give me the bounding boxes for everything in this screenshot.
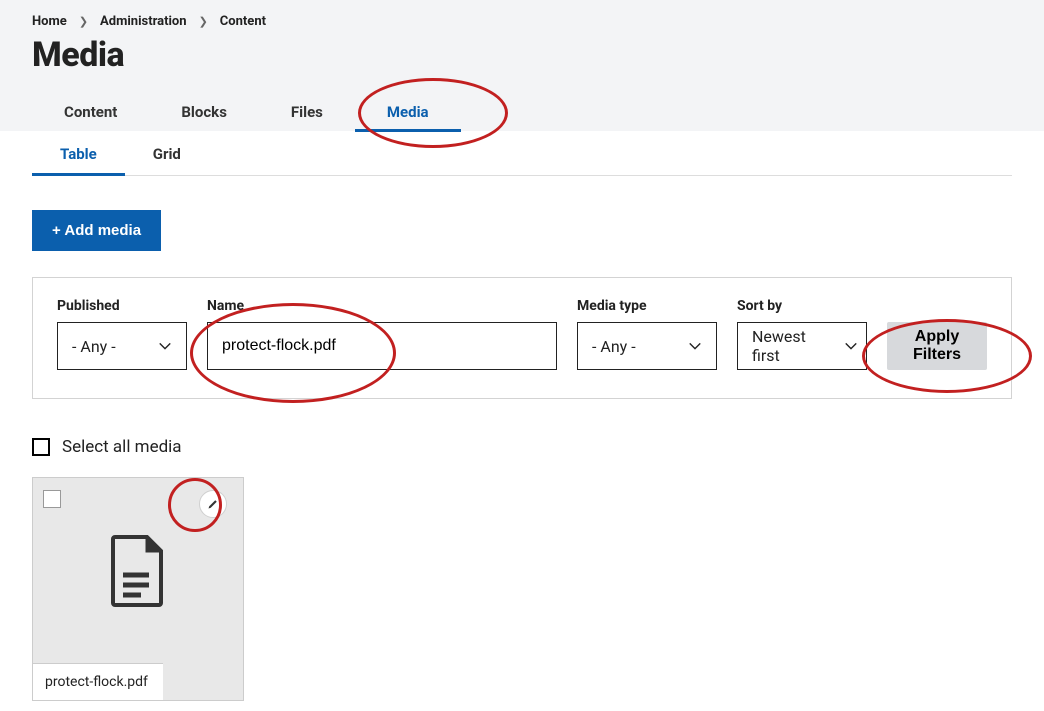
published-select[interactable]: - Any - [57, 322, 187, 370]
chevron-down-icon [158, 339, 172, 353]
tab-media[interactable]: Media [355, 93, 461, 131]
breadcrumb-item-administration[interactable]: Administration [100, 14, 187, 29]
tab-blocks[interactable]: Blocks [149, 93, 259, 131]
select-all-checkbox[interactable] [32, 438, 50, 456]
filter-form: Published - Any - Name Media type - Any … [32, 277, 1012, 399]
media-select-checkbox[interactable] [43, 490, 61, 508]
name-input-wrap [207, 322, 557, 370]
add-media-button[interactable]: + Add media [32, 210, 161, 251]
edit-media-button[interactable] [199, 490, 227, 518]
sort-by-value: Newest first [752, 327, 826, 365]
secondary-tabs: Table Grid [32, 131, 1012, 176]
pencil-icon [207, 498, 219, 510]
media-card: protect-flock.pdf [32, 477, 244, 701]
name-input[interactable] [222, 337, 542, 355]
tab-content[interactable]: Content [32, 93, 149, 131]
primary-tabs: Content Blocks Files Media [32, 93, 1012, 131]
sort-by-select[interactable]: Newest first [737, 322, 867, 370]
media-thumbnail [33, 478, 243, 663]
sort-by-label: Sort by [737, 298, 867, 314]
subtab-grid[interactable]: Grid [125, 131, 209, 175]
breadcrumb: Home ❯ Administration ❯ Content [32, 14, 1012, 29]
chevron-down-icon [688, 339, 702, 353]
published-label: Published [57, 298, 187, 314]
apply-filters-button[interactable]: Apply Filters [887, 322, 987, 370]
chevron-right-icon: ❯ [79, 15, 88, 28]
chevron-down-icon [844, 339, 858, 353]
name-label: Name [207, 298, 557, 314]
chevron-right-icon: ❯ [199, 15, 208, 28]
document-icon [109, 535, 167, 607]
media-filename: protect-flock.pdf [33, 663, 163, 700]
published-value: - Any - [72, 337, 116, 356]
tab-files[interactable]: Files [259, 93, 355, 131]
select-all-label: Select all media [62, 437, 182, 457]
page-title: Media [32, 35, 1012, 75]
media-type-select[interactable]: - Any - [577, 322, 717, 370]
media-type-value: - Any - [592, 337, 636, 356]
media-type-label: Media type [577, 298, 717, 314]
select-all-row: Select all media [32, 437, 1012, 457]
breadcrumb-item-content[interactable]: Content [220, 14, 266, 29]
subtab-table[interactable]: Table [32, 131, 125, 175]
breadcrumb-item-home[interactable]: Home [32, 14, 67, 29]
